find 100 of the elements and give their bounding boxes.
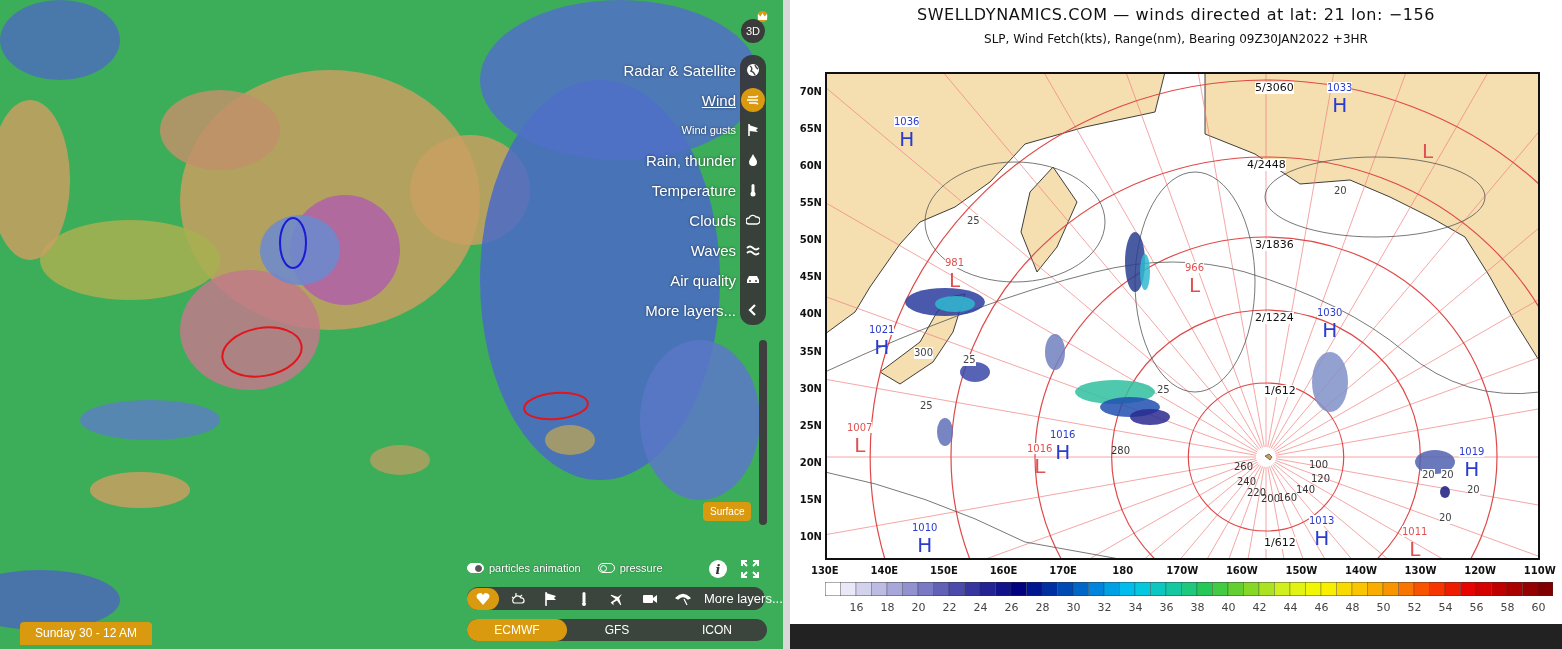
level-badge[interactable]: Surface (703, 502, 752, 521)
pressure-center-letter: L (1409, 537, 1421, 558)
chart-title: SWELLDYNAMICS.COM — winds directed at lat: 21 lon: −156 (915, 4, 1437, 26)
pressure-center-letter: H (1322, 318, 1338, 342)
layer-menu-item[interactable]: Radar & Satellite (623, 61, 736, 79)
scale-label: 52 (1406, 600, 1423, 614)
scale-label: 24 (972, 600, 989, 614)
contour-label: 25 (967, 215, 980, 227)
pressure-center-letter: L (1422, 139, 1434, 163)
globe-icon[interactable] (746, 63, 760, 77)
axis-label: 120W (1463, 564, 1498, 576)
axis-label: 110W (1522, 564, 1557, 576)
pressure-value: 1021 (869, 324, 895, 335)
scale-label: 50 (1375, 600, 1392, 614)
scale-label: 34 (1127, 600, 1144, 614)
toggle-label[interactable]: particles animation (489, 562, 581, 574)
axis-label: 140E (869, 564, 900, 576)
axis-label: 170E (1048, 564, 1078, 576)
layer-menu-item[interactable]: More layers... (645, 301, 736, 319)
layer-menu-item[interactable]: Air quality (670, 271, 736, 289)
layer-menu-item[interactable]: Clouds (689, 211, 736, 229)
time-badge[interactable]: Sunday 30 - 12 AM (20, 622, 152, 645)
scale-label: 44 (1282, 600, 1299, 614)
scale-label: 38 (1189, 600, 1206, 614)
pressure-value: 1011 (1402, 526, 1428, 537)
toggle-label[interactable]: pressure (619, 562, 663, 574)
axis-label: 40N (798, 308, 823, 322)
axis-label: 20N (798, 456, 823, 470)
pressure-center-letter: H (1055, 440, 1071, 464)
pressure-center-letter: H (917, 533, 933, 557)
axis-label: 130W (1403, 564, 1438, 576)
layer-menu-item[interactable]: Rain, thunder (645, 151, 736, 169)
axis-label: 15N (798, 493, 823, 507)
altitude-slider-track[interactable] (759, 340, 767, 525)
axis-label: 45N (798, 271, 823, 285)
bearing-label: 240 (1237, 476, 1257, 488)
scale-label: 42 (1251, 600, 1268, 614)
axis-label: 70N (798, 86, 823, 99)
axis-label: 140W (1344, 564, 1378, 576)
chart-subtitle: SLP, Wind Fetch(kts), Range(nm), Bearing 09Z30JAN2022 +3HR (983, 31, 1369, 48)
layer-menu-item[interactable]: Temperature (651, 181, 736, 199)
contour-label: 25 (920, 400, 933, 412)
pressure-value: 1019 (1459, 446, 1485, 457)
range-ring-label: 2/1224 (1255, 312, 1294, 324)
axis-label: 30N (798, 382, 823, 396)
axis-label: 65N (798, 123, 823, 137)
layer-menu-item[interactable]: Wind gusts (681, 124, 736, 136)
contour-label: 25 (963, 354, 976, 366)
axis-label: 160W (1224, 564, 1259, 576)
more-layers-link[interactable]: More layers... (704, 591, 783, 606)
axis-label: 150E (929, 564, 959, 576)
scale-label: 40 (1220, 600, 1237, 614)
scale-label: 56 (1468, 600, 1485, 614)
bearing-label: 140 (1296, 484, 1316, 495)
contour-label: 300 (914, 347, 934, 359)
pressure-value: 1016 (1027, 443, 1053, 454)
pressure-value: 1030 (1317, 307, 1343, 318)
pressure-value: 1007 (847, 422, 873, 433)
heart-icon[interactable] (467, 587, 499, 610)
axis-label: 170W (1165, 564, 1200, 576)
range-ring-label: 3/1836 (1255, 239, 1294, 251)
fullscreen-icon[interactable] (741, 560, 759, 578)
scale-label: 58 (1499, 600, 1516, 614)
pressure-value: 1013 (1309, 515, 1335, 526)
cloud-icon[interactable] (746, 213, 760, 227)
flag-icon[interactable] (746, 123, 760, 137)
pressure-value: 1016 (1050, 429, 1076, 440)
model-tab[interactable]: GFS (567, 619, 667, 641)
drop-icon[interactable] (746, 153, 760, 167)
contour-label: 20 (1422, 469, 1435, 481)
pressure-center-letter: L (1188, 273, 1201, 297)
scale-label: 46 (1313, 600, 1330, 614)
contour-label: 25 (1157, 384, 1170, 396)
scale-label: 28 (1034, 600, 1051, 614)
range-ring-label: 4/2448 (1247, 159, 1286, 171)
scale-label: 48 (1344, 600, 1361, 614)
waves-icon[interactable] (746, 243, 760, 257)
pressure-center-letter: L (1034, 454, 1046, 478)
axis-label: 160E (988, 564, 1019, 576)
pressure-center-letter: L (948, 268, 961, 292)
pressure-value: 1036 (894, 116, 920, 127)
pressure-value: 1010 (912, 522, 938, 533)
pressure-value: 966 (1185, 262, 1205, 273)
model-tab[interactable]: ICON (667, 619, 767, 641)
bearing-label: 260 (1234, 461, 1254, 473)
axis-label: 35N (798, 345, 823, 359)
scale-label: 60 (1530, 600, 1547, 614)
contour-label: 20 (1467, 484, 1480, 496)
scale-label: 54 (1437, 600, 1454, 614)
pressure-value: 981 (945, 257, 965, 268)
layer-menu-item[interactable]: Wind (701, 91, 736, 109)
range-ring-label: 1/612 (1264, 385, 1296, 397)
axis-label: 60N (798, 160, 823, 174)
pressure-center-letter: H (1332, 93, 1348, 117)
layer-menu-item[interactable]: Waves (690, 241, 736, 259)
bearing-label: 160 (1278, 492, 1298, 504)
toggle-switch[interactable] (467, 563, 484, 573)
axis-label: 180 (1111, 564, 1135, 576)
scale-label: 22 (941, 600, 958, 614)
model-tab[interactable]: ECMWF (467, 619, 567, 641)
